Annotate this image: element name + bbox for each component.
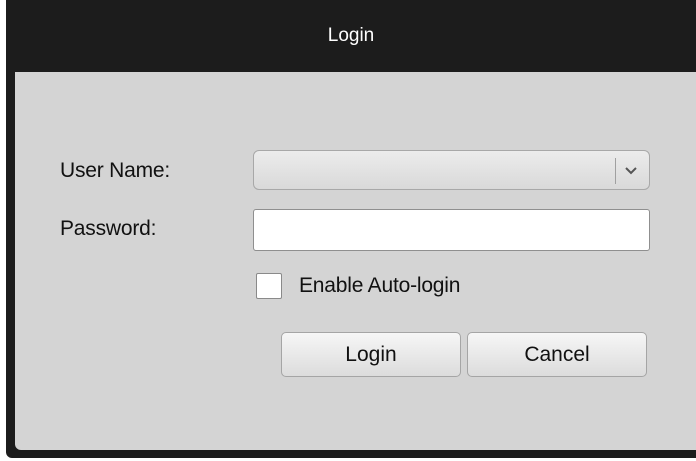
auto-login-label[interactable]: Enable Auto-login (299, 274, 460, 298)
password-label: Password: (60, 217, 157, 240)
username-label: User Name: (60, 159, 171, 182)
login-button[interactable]: Login (281, 332, 461, 377)
login-dialog: Login User Name: Password: Enable Auto-l… (6, 0, 696, 458)
dialog-title: Login (327, 25, 375, 46)
cancel-button[interactable]: Cancel (467, 332, 647, 377)
combo-divider (615, 158, 616, 184)
chevron-down-icon[interactable] (621, 159, 641, 183)
password-field[interactable] (253, 209, 650, 251)
dialog-body: User Name: Password: Enable Auto-login L… (15, 72, 696, 450)
username-combobox[interactable] (253, 150, 650, 190)
auto-login-checkbox[interactable] (256, 273, 282, 299)
dialog-titlebar: Login (6, 0, 696, 72)
